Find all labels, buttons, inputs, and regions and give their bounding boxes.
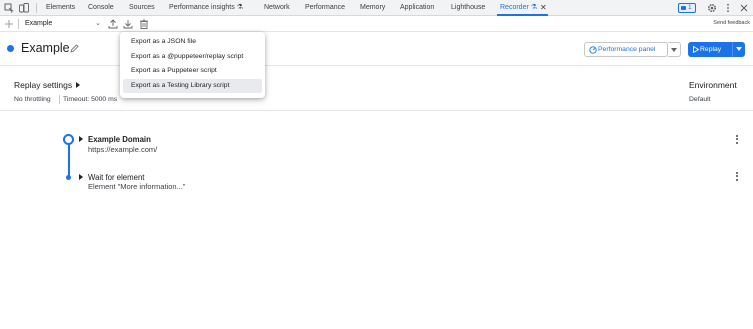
- expand-arrow-icon: [76, 82, 81, 88]
- play-icon: [693, 46, 699, 53]
- performance-gauge-icon: [589, 46, 597, 54]
- timeout-value: Timeout: 5000 ms: [63, 96, 118, 103]
- tab-lighthouse[interactable]: Lighthouse: [451, 0, 485, 16]
- tab-memory[interactable]: Memory: [360, 0, 385, 16]
- recording-select-value: Example: [25, 20, 53, 27]
- tab-performance[interactable]: Performance: [305, 0, 345, 16]
- replay-button[interactable]: Replay: [688, 42, 732, 57]
- more-options-icon[interactable]: [723, 3, 733, 13]
- caret-down-icon: [671, 48, 677, 52]
- send-feedback-link[interactable]: Send feedback: [713, 20, 750, 26]
- replay-dropdown[interactable]: [732, 42, 745, 57]
- issues-icon: [681, 6, 686, 10]
- replay-settings-label: Replay settings: [14, 80, 73, 90]
- device-toolbar-icon[interactable]: [19, 3, 29, 13]
- replay-settings-toggle[interactable]: Replay settings: [14, 80, 81, 90]
- caret-down-icon: [736, 47, 742, 51]
- menu-item-export-puppeteer-replay[interactable]: Export as a @puppeteer/replay script: [123, 50, 262, 65]
- navigate-step-marker: [63, 134, 74, 145]
- step-menu-icon[interactable]: [735, 172, 739, 184]
- edit-title-icon[interactable]: [69, 43, 80, 54]
- tab-sources[interactable]: Sources: [129, 0, 155, 16]
- menu-item-export-json[interactable]: Export as a JSON file: [123, 35, 262, 50]
- throttling-value: No throttling: [14, 96, 51, 103]
- devtools-tab-bar: Elements Console Sources Performance ins…: [0, 0, 753, 16]
- performance-panel-label: Performance panel: [598, 46, 656, 53]
- timeline-line: [67, 143, 70, 178]
- recorder-toolbar: Example ⌄ Send feedback: [0, 16, 753, 32]
- performance-panel-dropdown[interactable]: [668, 42, 681, 57]
- menu-item-export-testing-library[interactable]: Export as a Testing Library script: [123, 78, 262, 94]
- inspect-element-icon[interactable]: [4, 3, 14, 13]
- tab-elements[interactable]: Elements: [46, 0, 75, 16]
- close-devtools-icon[interactable]: [739, 3, 749, 13]
- tab-performance-insights[interactable]: Performance insights ⚗: [169, 0, 243, 16]
- recording-title: Example: [21, 41, 70, 55]
- environment-value: Default: [689, 96, 711, 103]
- delete-icon[interactable]: [138, 18, 150, 30]
- tab-application[interactable]: Application: [400, 0, 434, 16]
- step-title[interactable]: Example Domain: [88, 135, 151, 144]
- menu-item-export-puppeteer[interactable]: Export as a Puppeteer script: [123, 64, 262, 79]
- expand-step-icon[interactable]: [79, 136, 83, 142]
- recording-status-dot: [7, 45, 14, 52]
- step-subtitle: Element "More information...": [88, 182, 186, 191]
- step-menu-icon[interactable]: [735, 135, 739, 147]
- plus-icon[interactable]: [4, 19, 14, 29]
- toolbar-divider: [36, 3, 37, 13]
- import-icon[interactable]: [122, 18, 134, 30]
- tab-network[interactable]: Network: [264, 0, 290, 16]
- replay-settings-section: Replay settings No throttling Timeout: 5…: [0, 67, 753, 111]
- settings-divider: [59, 95, 60, 104]
- toolbar-divider: [18, 19, 19, 29]
- export-icon[interactable]: [107, 18, 119, 30]
- tab-console[interactable]: Console: [88, 0, 114, 16]
- step-subtitle: https://example.com/: [88, 145, 158, 154]
- issues-count: 1: [688, 4, 692, 11]
- step-title[interactable]: Wait for element: [88, 173, 144, 182]
- settings-gear-icon[interactable]: [707, 3, 717, 13]
- export-menu: Export as a JSON file Export as a @puppe…: [120, 32, 265, 98]
- chevron-down-icon: ⌄: [95, 20, 101, 27]
- issues-badge[interactable]: 1: [678, 3, 696, 13]
- replay-label: Replay: [700, 46, 722, 53]
- recording-select[interactable]: Example ⌄: [25, 18, 103, 30]
- performance-panel-button[interactable]: Performance panel: [584, 42, 668, 57]
- expand-step-icon[interactable]: [79, 174, 83, 180]
- recording-header: Example Performance panel Replay: [0, 33, 753, 66]
- wait-step-marker: [66, 175, 71, 180]
- environment-label: Environment: [689, 80, 737, 90]
